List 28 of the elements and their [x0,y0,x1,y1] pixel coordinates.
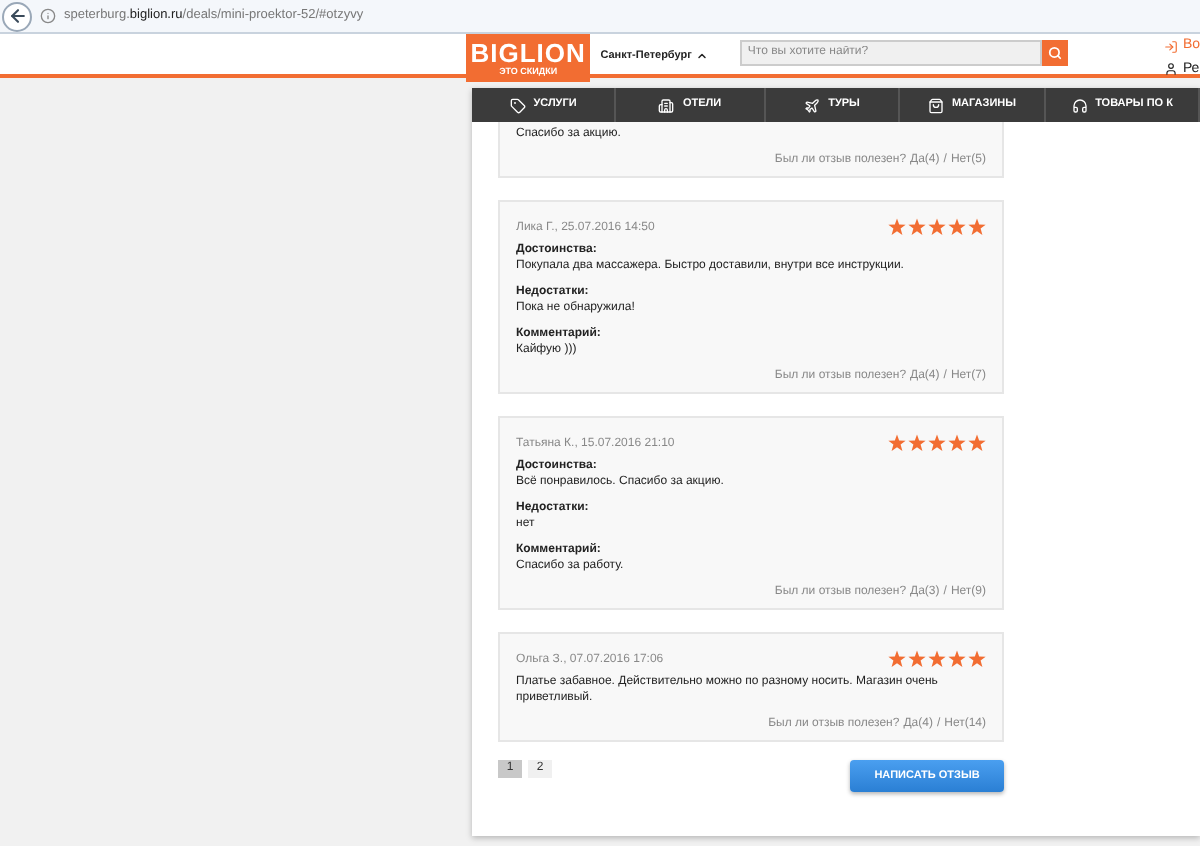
star-icon [928,218,946,236]
star-icon [968,218,986,236]
hotel-icon [658,97,675,113]
star-icon [888,650,906,668]
back-icon [7,6,27,26]
search-icon [1048,46,1063,60]
info-icon [40,8,56,24]
tag-icon [509,97,526,113]
bag-icon [927,97,944,113]
star-icon [948,650,966,668]
user-icon [1164,62,1179,77]
star-icon [948,434,966,452]
caret-icon [695,50,708,63]
star-icon [908,650,926,668]
back-button[interactable] [2,1,32,31]
star-icon [888,434,906,452]
star-icon [968,434,986,452]
login-icon [1164,39,1179,54]
star-icon [888,218,906,236]
plane-icon [804,97,821,113]
headphones-icon [1071,97,1088,113]
star-icon [968,650,986,668]
star-icon [908,218,926,236]
star-icon [928,434,946,452]
star-icon [928,650,946,668]
search-button[interactable] [1042,40,1069,66]
star-icon [908,434,926,452]
star-icon [948,218,966,236]
